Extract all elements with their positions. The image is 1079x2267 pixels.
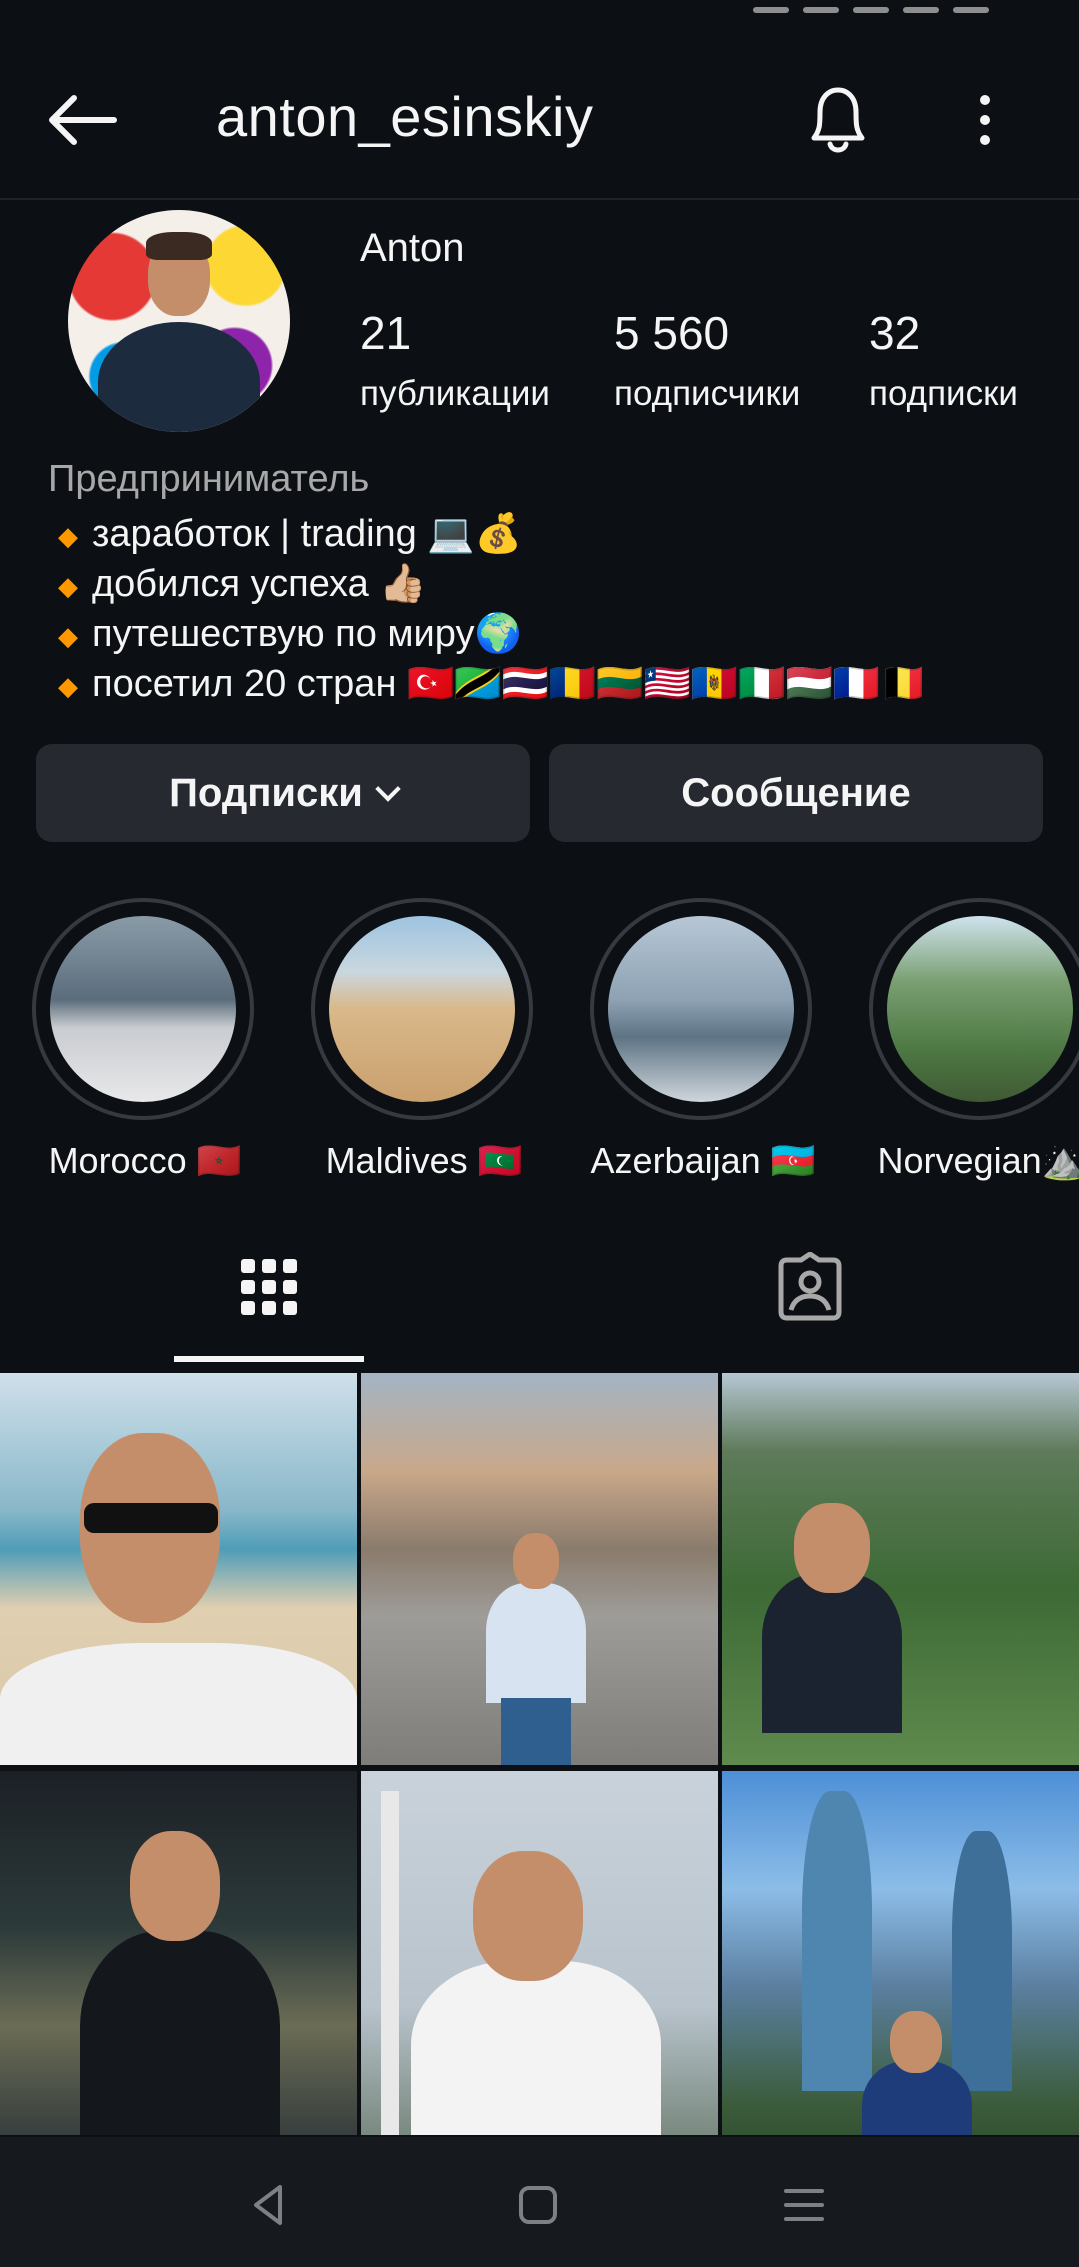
highlight-cover: [329, 916, 515, 1102]
stat-posts-label: публикации: [360, 374, 550, 413]
more-vertical-icon: [980, 95, 990, 145]
orange-diamond-icon: ◆: [58, 520, 78, 551]
post-thumbnail[interactable]: [0, 1771, 357, 2135]
status-bar: [0, 0, 1079, 40]
tab-tagged[interactable]: [760, 1212, 860, 1362]
profile-category: Предприниматель: [48, 458, 370, 500]
stat-following[interactable]: 32 подписки: [869, 306, 1018, 414]
bio-line: ◆ заработок | trading 💻💰: [58, 513, 522, 555]
post-thumbnail[interactable]: [361, 1771, 718, 2135]
post-thumbnail[interactable]: [361, 1373, 718, 1765]
display-name: Anton: [360, 226, 465, 270]
posts-grid: [0, 1373, 1079, 2135]
message-button-label: Сообщение: [681, 770, 911, 815]
message-button[interactable]: Сообщение: [549, 744, 1043, 842]
more-options-button[interactable]: [965, 88, 1005, 152]
nav-recents-button[interactable]: [774, 2175, 834, 2235]
top-bar: anton_esinskiy: [0, 60, 1079, 180]
bio-line: ◆ путешествую по миру🌍: [58, 612, 522, 655]
arrow-left-icon: [49, 95, 117, 145]
bio-line: ◆ добился успеха 👍🏼: [58, 562, 427, 605]
profile-username: anton_esinskiy: [216, 85, 594, 148]
status-icons: [739, 0, 1039, 13]
stat-posts-count: 21: [360, 307, 412, 359]
stat-following-count: 32: [869, 307, 921, 359]
post-thumbnail[interactable]: [0, 1373, 357, 1765]
system-nav-bar: [0, 2137, 1079, 2267]
highlight-norvegian[interactable]: Norvegian⛰️: [869, 898, 1079, 1182]
following-button[interactable]: Подписки: [36, 744, 530, 842]
bio: ◆ заработок | trading 💻💰 ◆ добился успеха …: [58, 510, 927, 710]
bell-icon: [811, 87, 865, 153]
stat-followers-label: подписчики: [614, 374, 801, 413]
bio-line: ◆ посетил 20 стран 🇹🇷🇹🇿🇹🇭🇷🇴🇱🇹🇱🇷🇲🇩🇮🇹🇭🇺🇫🇷🇧🇪: [58, 662, 928, 705]
stat-posts[interactable]: 21 публикации: [360, 306, 550, 414]
post-thumbnail[interactable]: [722, 1771, 1079, 2135]
home-square-icon: [519, 2186, 557, 2224]
tagged-person-icon: [778, 1252, 842, 1321]
highlight-cover: [608, 916, 794, 1102]
highlight-maldives[interactable]: Maldives 🇲🇻: [311, 898, 537, 1182]
highlight-label: Azerbaijan 🇦🇿: [590, 1140, 816, 1181]
highlight-label: Norvegian⛰️: [877, 1140, 1079, 1181]
stat-followers[interactable]: 5 560 подписчики: [614, 306, 800, 414]
back-triangle-icon: [254, 2185, 282, 2225]
stat-followers-count: 5 560: [614, 307, 730, 359]
post-thumbnail[interactable]: [722, 1373, 1079, 1765]
grid-icon: [241, 1259, 297, 1315]
back-button[interactable]: [44, 90, 124, 150]
nav-home-button[interactable]: [508, 2175, 568, 2235]
highlight-cover: [50, 916, 236, 1102]
header-divider: [0, 198, 1079, 200]
following-button-label: Подписки: [169, 770, 363, 815]
nav-back-button[interactable]: [240, 2175, 300, 2235]
orange-diamond-icon: ◆: [58, 670, 78, 701]
highlight-azerbaijan[interactable]: Azerbaijan 🇦🇿: [590, 898, 816, 1182]
highlight-label: Maldives 🇲🇻: [325, 1140, 523, 1181]
profile-tabs: [0, 1212, 1079, 1362]
recents-icon: [784, 2189, 824, 2221]
orange-diamond-icon: ◆: [58, 570, 78, 601]
orange-diamond-icon: ◆: [58, 620, 78, 651]
avatar[interactable]: [68, 210, 290, 432]
stat-following-label: подписки: [869, 374, 1018, 413]
notifications-button[interactable]: [802, 80, 874, 160]
highlight-cover: [887, 916, 1073, 1102]
highlight-label: Morocco 🇲🇦: [48, 1140, 242, 1181]
tab-posts-grid[interactable]: [174, 1212, 364, 1362]
highlight-morocco[interactable]: Morocco 🇲🇦: [32, 898, 258, 1182]
chevron-down-icon: [375, 776, 401, 802]
